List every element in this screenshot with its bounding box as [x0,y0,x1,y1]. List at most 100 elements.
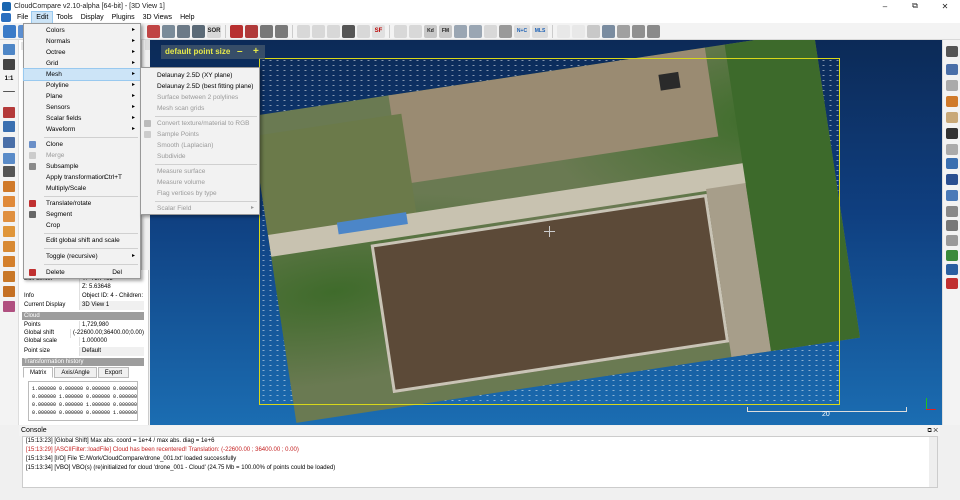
transform-icon[interactable] [230,24,243,38]
mesh-menu-item-delaunay-best[interactable]: Delaunay 2.5D (best fitting plane) [141,81,259,92]
view-iso1-icon[interactable] [3,271,15,282]
dots-icon[interactable] [3,301,15,312]
edit-menu-item-waveform[interactable]: Waveform ▸ [24,124,140,135]
qanimation-icon[interactable] [647,24,660,38]
view-bottom-icon[interactable] [3,256,15,267]
mesh-menu-item-subdivide[interactable]: Subdivide [141,151,259,162]
mesh-menu-item-measure-surface[interactable]: Measure surface [141,166,259,177]
cylinder-icon[interactable] [499,24,512,38]
pan-icon[interactable] [3,153,15,164]
menu-tools[interactable]: Tools [52,12,76,23]
edit-menu-item-apply-transformation[interactable]: Apply transformation Ctrl+T [24,172,140,183]
distance-icon[interactable] [327,24,340,38]
sf-button[interactable]: SF [372,24,385,38]
pc-icon[interactable] [587,24,600,38]
fm-button[interactable]: FM [439,24,452,38]
edit-menu-item-sensors[interactable]: Sensors ▸ [24,102,140,113]
register-icon[interactable] [245,24,258,38]
mesh-menu-item-texture-rgb[interactable]: Convert texture/material to RGB [141,118,259,129]
point-size-select[interactable]: Default [79,347,144,356]
tab-axis-angle[interactable]: Axis/Angle [54,367,97,378]
mesh-menu-item-flag-vertices[interactable]: Flag vertices by type [141,188,259,199]
edit-menu-item-subsample[interactable]: Subsample [24,161,140,172]
point-size-minus-button[interactable]: – [237,45,243,59]
plugin-icon[interactable] [632,24,645,38]
edit-menu-item-normals[interactable]: Normals ▸ [24,36,140,47]
cloudcompare-icon[interactable] [1,13,11,22]
filter-icon[interactable] [147,24,160,38]
view-back-icon[interactable] [3,226,15,237]
view-iso2-icon[interactable] [3,286,15,297]
view-top-icon[interactable] [3,181,15,192]
minimize-button[interactable]: – [870,0,900,12]
edit-menu-item-merge[interactable]: Merge [24,150,140,161]
mesh-menu-item-smooth[interactable]: Smooth (Laplacian) [141,140,259,151]
viewport-icon[interactable] [946,46,958,57]
point-size-plus-button[interactable]: + [253,45,259,59]
view-icon[interactable] [3,44,15,55]
cross-icon[interactable] [3,91,15,92]
sample-icon[interactable] [275,24,288,38]
noise-icon[interactable] [192,24,205,38]
grid-icon[interactable] [162,24,175,38]
edit-menu-item-polyline[interactable]: Polyline ▸ [24,80,140,91]
menu-display[interactable]: Display [77,12,108,23]
tree-icon[interactable] [946,264,958,275]
view-front-icon[interactable] [3,196,15,207]
edit-menu-item-translate-rotate[interactable]: Translate/rotate [24,198,140,209]
view-left-icon[interactable] [3,211,15,222]
north-icon[interactable] [946,174,958,185]
compass-icon[interactable] [946,128,958,139]
plane-icon[interactable] [946,190,958,201]
move-icon[interactable] [3,121,15,132]
hook-icon[interactable] [557,24,570,38]
scale-label[interactable]: 1:1 [3,74,15,85]
cloud-icon[interactable] [357,24,370,38]
menu-help[interactable]: Help [176,12,198,23]
nc-button[interactable]: N+C [514,24,530,38]
console-scrollbar[interactable] [929,437,937,487]
view-right-icon[interactable] [3,241,15,252]
edit-menu-item-global-shift[interactable]: Edit global shift and scale [24,235,140,246]
edit-menu-item-colors[interactable]: Colors ▸ [24,25,140,36]
maximize-button[interactable]: ⧉ [900,0,930,12]
mesh-menu-item-sample-points[interactable]: Sample Points [141,129,259,140]
align-icon[interactable] [260,24,273,38]
menu-plugins[interactable]: Plugins [108,12,139,23]
globe-icon[interactable] [946,250,958,261]
edit-menu-item-toggle[interactable]: Toggle (recursive) ▸ [24,251,140,262]
edit-menu-item-scalar-fields[interactable]: Scalar fields ▸ [24,113,140,124]
measure-icon[interactable] [946,96,958,107]
layers-icon[interactable] [617,24,630,38]
menu-edit[interactable]: Edit [31,11,54,24]
search-icon[interactable] [3,166,15,177]
ortho-icon[interactable] [946,220,958,231]
menu-file[interactable]: File [13,12,32,23]
3d-view[interactable]: 20 [150,40,942,425]
edit-menu-item-octree[interactable]: Octree ▸ [24,47,140,58]
sf-filter-icon[interactable] [409,24,422,38]
tab-matrix[interactable]: Matrix [23,367,54,378]
display-icon[interactable] [946,64,958,75]
mesh-menu-item-delaunay-xy[interactable]: Delaunay 2.5D (XY plane) [141,70,259,81]
edit-menu-item-grid[interactable]: Grid ▸ [24,58,140,69]
mesh-menu-item-scalar-field[interactable]: Scalar Field ▸ [141,203,259,214]
pick-center-icon[interactable] [3,107,15,118]
histogram-icon[interactable] [297,24,310,38]
lasso-icon[interactable] [946,158,958,169]
sphere-icon[interactable] [484,24,497,38]
zoom-icon[interactable] [3,137,15,148]
edit-menu-item-delete[interactable]: Delete Del [24,267,140,278]
ruler-icon[interactable] [946,112,958,123]
edit-menu-item-segment[interactable]: Segment [24,209,140,220]
grid-icon[interactable] [946,206,958,217]
tab-export[interactable]: Export [97,367,130,378]
shield-icon[interactable] [946,144,958,155]
mesh-menu-item-surface-polylines[interactable]: Surface between 2 polylines [141,92,259,103]
close-button[interactable]: ✕ [930,0,960,12]
menu-3d-views[interactable]: 3D Views [139,12,176,23]
cone-icon[interactable] [946,278,958,289]
mesh-menu-item-scan-grids[interactable]: Mesh scan grids [141,103,259,114]
edit-menu-item-crop[interactable]: Crop [24,220,140,231]
points-icon[interactable] [177,24,190,38]
